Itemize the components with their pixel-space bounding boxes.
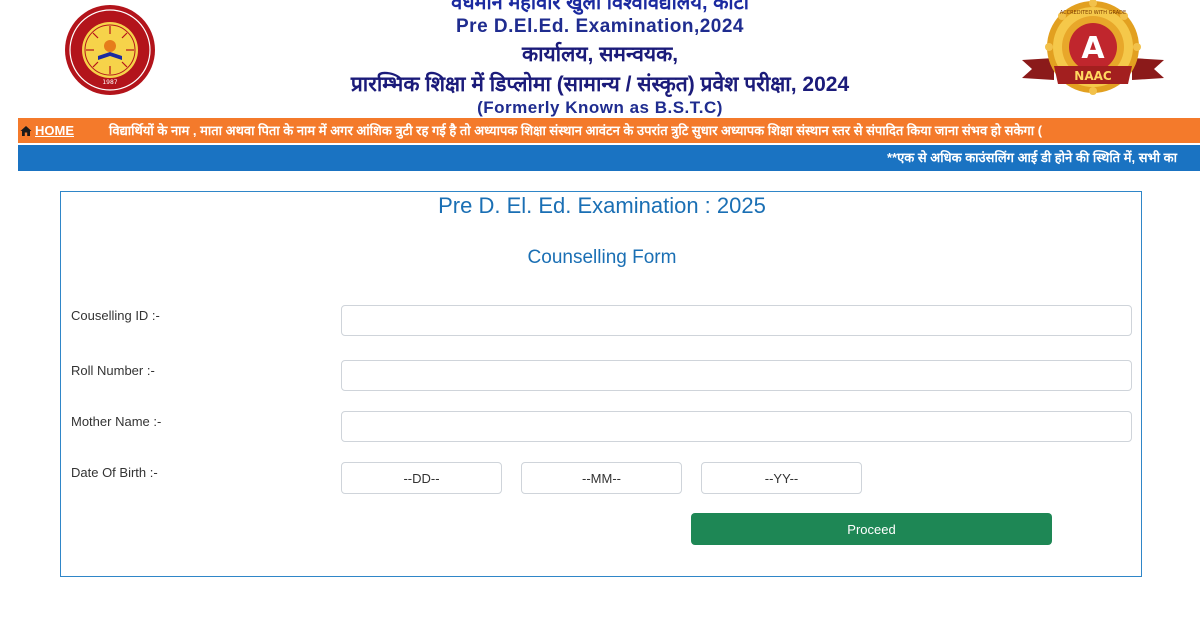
site-header: 1987 वर्धमान महावीर खुला विश्वविद्यालय, …	[0, 0, 1200, 118]
counselling-form: Pre D. El. Ed. Examination : 2025 Counse…	[60, 191, 1142, 577]
naac-badge-logo: A ACCREDITED WITH GRADE NAAC	[1018, 0, 1168, 102]
naac-ribbon-text: NAAC	[1074, 69, 1112, 83]
mother-name-input[interactable]	[341, 411, 1132, 442]
naac-ring-text: ACCREDITED WITH GRADE	[1060, 10, 1126, 16]
mother-name-label: Mother Name :-	[71, 414, 162, 429]
counselling-id-label: Couselling ID :-	[71, 308, 160, 323]
form-title: Pre D. El. Ed. Examination : 2025	[438, 193, 766, 218]
roll-number-input[interactable]	[341, 360, 1132, 391]
home-link[interactable]: HOME	[18, 118, 74, 143]
home-icon	[20, 125, 32, 136]
counselling-id-input[interactable]	[341, 305, 1132, 336]
announcement-bar: HOME विद्यार्थियों के नाम , माता अथवा पि…	[18, 118, 1200, 143]
dob-year-select[interactable]: --YY--	[701, 462, 862, 494]
page: 1987 वर्धमान महावीर खुला विश्वविद्यालय, …	[0, 0, 1200, 628]
notice-bar: **एक से अधिक काउंसलिंग आई डी होने की स्थ…	[18, 145, 1200, 171]
proceed-button[interactable]: Proceed	[691, 513, 1052, 545]
marquee-text: विद्यार्थियों के नाम , माता अथवा पिता के…	[109, 123, 1043, 138]
notice-text: **एक से अधिक काउंसलिंग आई डी होने की स्थ…	[887, 150, 1177, 165]
dob-month-select[interactable]: --MM--	[521, 462, 682, 494]
date-of-birth-label: Date Of Birth :-	[71, 465, 158, 480]
form-subtitle: Counselling Form	[527, 247, 677, 268]
home-link-label: HOME	[35, 123, 74, 138]
roll-number-label: Roll Number :-	[71, 363, 155, 378]
naac-grade: A	[1081, 31, 1105, 66]
dob-day-select[interactable]: --DD--	[341, 462, 502, 494]
